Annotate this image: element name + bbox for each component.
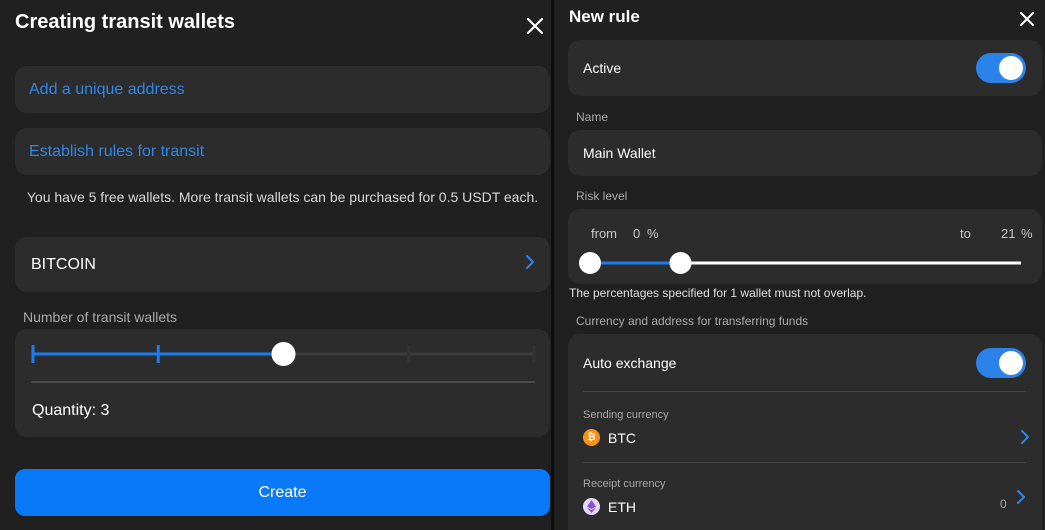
active-toggle[interactable]	[976, 53, 1026, 83]
risk-to-unit: %	[1021, 226, 1033, 241]
bitcoin-icon: ₿	[583, 429, 600, 446]
wallet-count-card: Quantity: 3	[15, 329, 550, 437]
risk-to-thumb[interactable]	[669, 252, 692, 274]
sending-currency-value: BTC	[608, 430, 636, 446]
free-wallets-info: You have 5 free wallets. More transit wa…	[26, 189, 539, 205]
risk-range-slider[interactable]	[568, 248, 1042, 278]
slider-label: Number of transit wallets	[23, 309, 178, 325]
quantity-text: Quantity: 3	[32, 402, 110, 419]
chevron-right-icon	[524, 253, 536, 276]
risk-note: The percentages specified for 1 wallet m…	[569, 286, 867, 300]
active-label: Active	[583, 60, 622, 76]
risk-level-label: Risk level	[576, 189, 628, 203]
create-button-label: Create	[258, 483, 307, 501]
divider	[583, 391, 1026, 392]
coin-label: BITCOIN	[31, 255, 96, 273]
slider-underline	[31, 381, 535, 383]
panel-title: New rule	[569, 7, 640, 26]
chevron-right-icon	[1020, 429, 1030, 450]
risk-to-label: to	[960, 226, 971, 241]
risk-from-value: 0	[633, 226, 641, 241]
sending-currency-label: Sending currency	[583, 409, 669, 421]
establish-rules-label: Establish rules for transit	[29, 142, 205, 160]
add-unique-address-label: Add a unique address	[29, 80, 185, 98]
create-button[interactable]: Create	[15, 469, 550, 516]
panel-title: Creating transit wallets	[15, 11, 236, 33]
currency-card: Auto exchange Sending currency ₿ BTC Rec…	[568, 334, 1042, 530]
divider	[583, 462, 1026, 463]
ethereum-icon	[583, 498, 600, 515]
wallet-count-slider[interactable]	[15, 329, 550, 389]
new-rule-panel: New rule Active Name Main Wallet Risk le…	[554, 0, 1045, 530]
establish-rules-button[interactable]: Establish rules for transit	[15, 128, 550, 175]
active-row: Active	[568, 40, 1042, 96]
risk-level-card: from 0 % to 21 %	[568, 209, 1042, 284]
chevron-right-icon	[1016, 489, 1026, 510]
sending-currency-row[interactable]: Sending currency ₿ BTC	[568, 402, 1042, 452]
risk-from-label: from	[591, 226, 617, 241]
coin-selector[interactable]: BITCOIN	[15, 237, 550, 292]
risk-from-thumb[interactable]	[579, 252, 601, 274]
slider-thumb[interactable]	[271, 342, 296, 366]
risk-from-unit: %	[647, 226, 659, 241]
receipt-currency-value: ETH	[608, 499, 636, 515]
close-icon[interactable]	[525, 16, 545, 36]
receipt-count: 0	[1000, 497, 1007, 511]
create-transit-wallets-panel: Creating transit wallets Add a unique ad…	[0, 0, 551, 530]
receipt-currency-row[interactable]: Receipt currency ETH 0	[568, 471, 1042, 521]
name-field[interactable]: Main Wallet	[568, 130, 1042, 176]
name-label: Name	[576, 110, 609, 124]
name-value: Main Wallet	[583, 145, 656, 161]
receipt-currency-label: Receipt currency	[583, 478, 666, 490]
auto-exchange-label: Auto exchange	[583, 355, 677, 371]
risk-to-value: 21	[1001, 226, 1016, 241]
add-unique-address-button[interactable]: Add a unique address	[15, 66, 550, 113]
close-icon[interactable]	[1018, 10, 1036, 28]
auto-exchange-toggle[interactable]	[976, 348, 1026, 378]
currency-section-label: Currency and address for transferring fu…	[576, 314, 809, 328]
